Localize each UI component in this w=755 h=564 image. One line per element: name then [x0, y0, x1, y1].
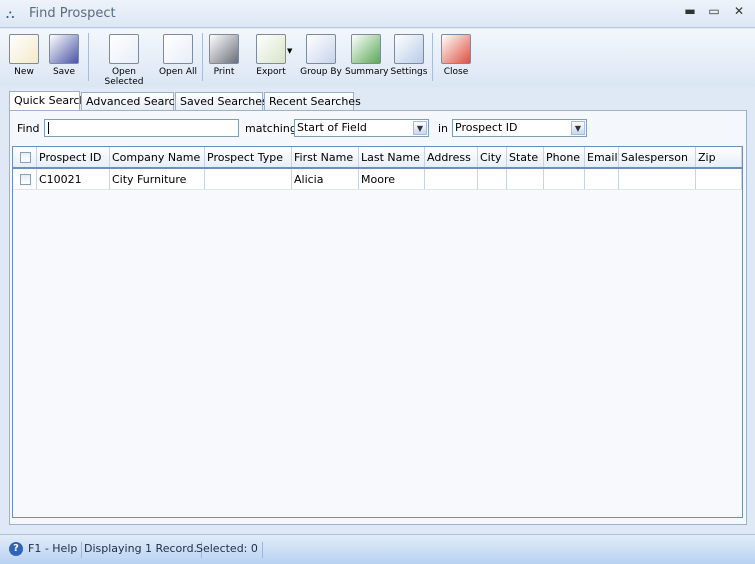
column-header[interactable]: Company Name — [110, 147, 205, 167]
toolbar-label: Settings — [390, 67, 428, 77]
grid-cell — [619, 169, 696, 189]
column-header[interactable]: City — [478, 147, 507, 167]
help-icon[interactable]: ? — [9, 542, 23, 556]
export-dropdown-icon[interactable]: ▼ — [287, 47, 292, 55]
grid-cell — [205, 169, 292, 189]
grid-cell: Alicia — [292, 169, 359, 189]
toolbar-label: Open Selected — [104, 67, 144, 87]
column-header[interactable]: Last Name — [359, 147, 425, 167]
tab-quick-search[interactable]: Quick Search — [9, 91, 86, 111]
save-icon — [49, 34, 79, 64]
results-grid: Prospect ID Company Name Prospect Type Firs… — [12, 146, 743, 518]
help-status: F1 - Help — [24, 542, 83, 558]
column-header[interactable]: Email — [585, 147, 619, 167]
column-header[interactable]: Salesperson — [619, 147, 696, 167]
open-all-icon — [163, 34, 193, 64]
grid-cell — [425, 169, 478, 189]
grid-cell — [507, 169, 544, 189]
grid-cell: Moore — [359, 169, 425, 189]
toolbar-label: Group By — [300, 67, 342, 77]
column-header[interactable]: Prospect ID — [37, 147, 110, 167]
toolbar-label: Export — [256, 67, 286, 77]
in-label: in — [438, 122, 449, 135]
binoculars-icon: ⛬ — [6, 7, 15, 21]
toolbar-divider — [432, 33, 433, 81]
checkbox[interactable] — [20, 174, 31, 185]
new-icon — [9, 34, 39, 64]
toolbar-divider — [88, 33, 89, 81]
settings-button[interactable]: Settings — [390, 31, 428, 85]
chevron-down-icon[interactable]: ▼ — [571, 121, 585, 135]
column-header[interactable]: Phone — [544, 147, 585, 167]
toolbar-label: Print — [213, 67, 235, 77]
grid-cell — [544, 169, 585, 189]
toolbar-label: Close — [443, 67, 469, 77]
tab-saved-searches[interactable]: Saved Searches — [175, 92, 268, 111]
grid-cell — [478, 169, 507, 189]
export-button[interactable]: Export — [246, 31, 296, 85]
toolbar-label: New — [14, 67, 34, 77]
summary-icon — [351, 34, 381, 64]
window-title: Find Prospect — [29, 6, 116, 21]
summary-button[interactable]: Summary — [345, 31, 389, 85]
chevron-down-icon[interactable]: ▼ — [413, 121, 427, 135]
grid-cell: City Furniture — [110, 169, 205, 189]
minimize-button[interactable]: ▬ — [680, 4, 700, 18]
tab-recent-searches[interactable]: Recent Searches — [264, 92, 361, 111]
open-selected-button[interactable]: Open Selected — [92, 31, 156, 87]
close-icon — [441, 34, 471, 64]
group-by-button[interactable]: Group By — [299, 31, 343, 85]
grid-cell — [585, 169, 619, 189]
selected-status: Selected: 0 — [192, 542, 263, 558]
toolbar: New Save Open Selected Open All Print Export G… — [0, 29, 755, 87]
settings-icon — [394, 34, 424, 64]
open-all-button[interactable]: Open All — [158, 31, 198, 85]
print-icon — [209, 34, 239, 64]
save-button[interactable]: Save — [47, 31, 81, 85]
matching-select[interactable]: Start of Field ▼ — [294, 119, 429, 137]
column-header[interactable]: Address — [425, 147, 478, 167]
export-icon — [256, 34, 286, 64]
grid-cell: C10021 — [37, 169, 110, 189]
find-label: Find — [17, 122, 40, 135]
toolbar-label: Save — [52, 67, 76, 77]
toolbar-divider — [202, 33, 203, 81]
print-button[interactable]: Print — [206, 31, 242, 85]
toolbar-label: Open All — [158, 67, 198, 77]
column-header[interactable]: State — [507, 147, 544, 167]
group-by-icon — [306, 34, 336, 64]
checkbox-cell — [13, 147, 37, 167]
column-header[interactable]: Zip — [696, 147, 742, 167]
column-header[interactable]: Prospect Type — [205, 147, 292, 167]
in-field-select[interactable]: Prospect ID ▼ — [452, 119, 587, 137]
new-button[interactable]: New — [6, 31, 42, 85]
tab-advanced-search[interactable]: Advanced Search — [81, 92, 182, 111]
grid-cell — [696, 169, 742, 189]
checkbox[interactable] — [20, 152, 31, 163]
find-input[interactable] — [44, 119, 239, 137]
maximize-button[interactable]: ▭ — [704, 4, 724, 18]
matching-label: matching — [245, 122, 297, 135]
title-bar: ⛬ Find Prospect ▬ ▭ ✕ — [0, 0, 755, 28]
column-header[interactable]: First Name — [292, 147, 359, 167]
close-button[interactable]: Close — [438, 31, 474, 85]
close-window-button[interactable]: ✕ — [729, 4, 749, 18]
table-row[interactable]: C10021 City Furniture Alicia Moore — [13, 169, 742, 190]
checkbox-cell — [13, 169, 37, 189]
status-bar: ? F1 - Help Displaying 1 Record. Selecte… — [0, 534, 755, 564]
open-selected-icon — [109, 34, 139, 64]
header-row: Prospect ID Company Name Prospect Type Firs… — [13, 147, 742, 169]
toolbar-label: Summary — [345, 67, 389, 77]
records-status: Displaying 1 Record. — [80, 542, 203, 558]
